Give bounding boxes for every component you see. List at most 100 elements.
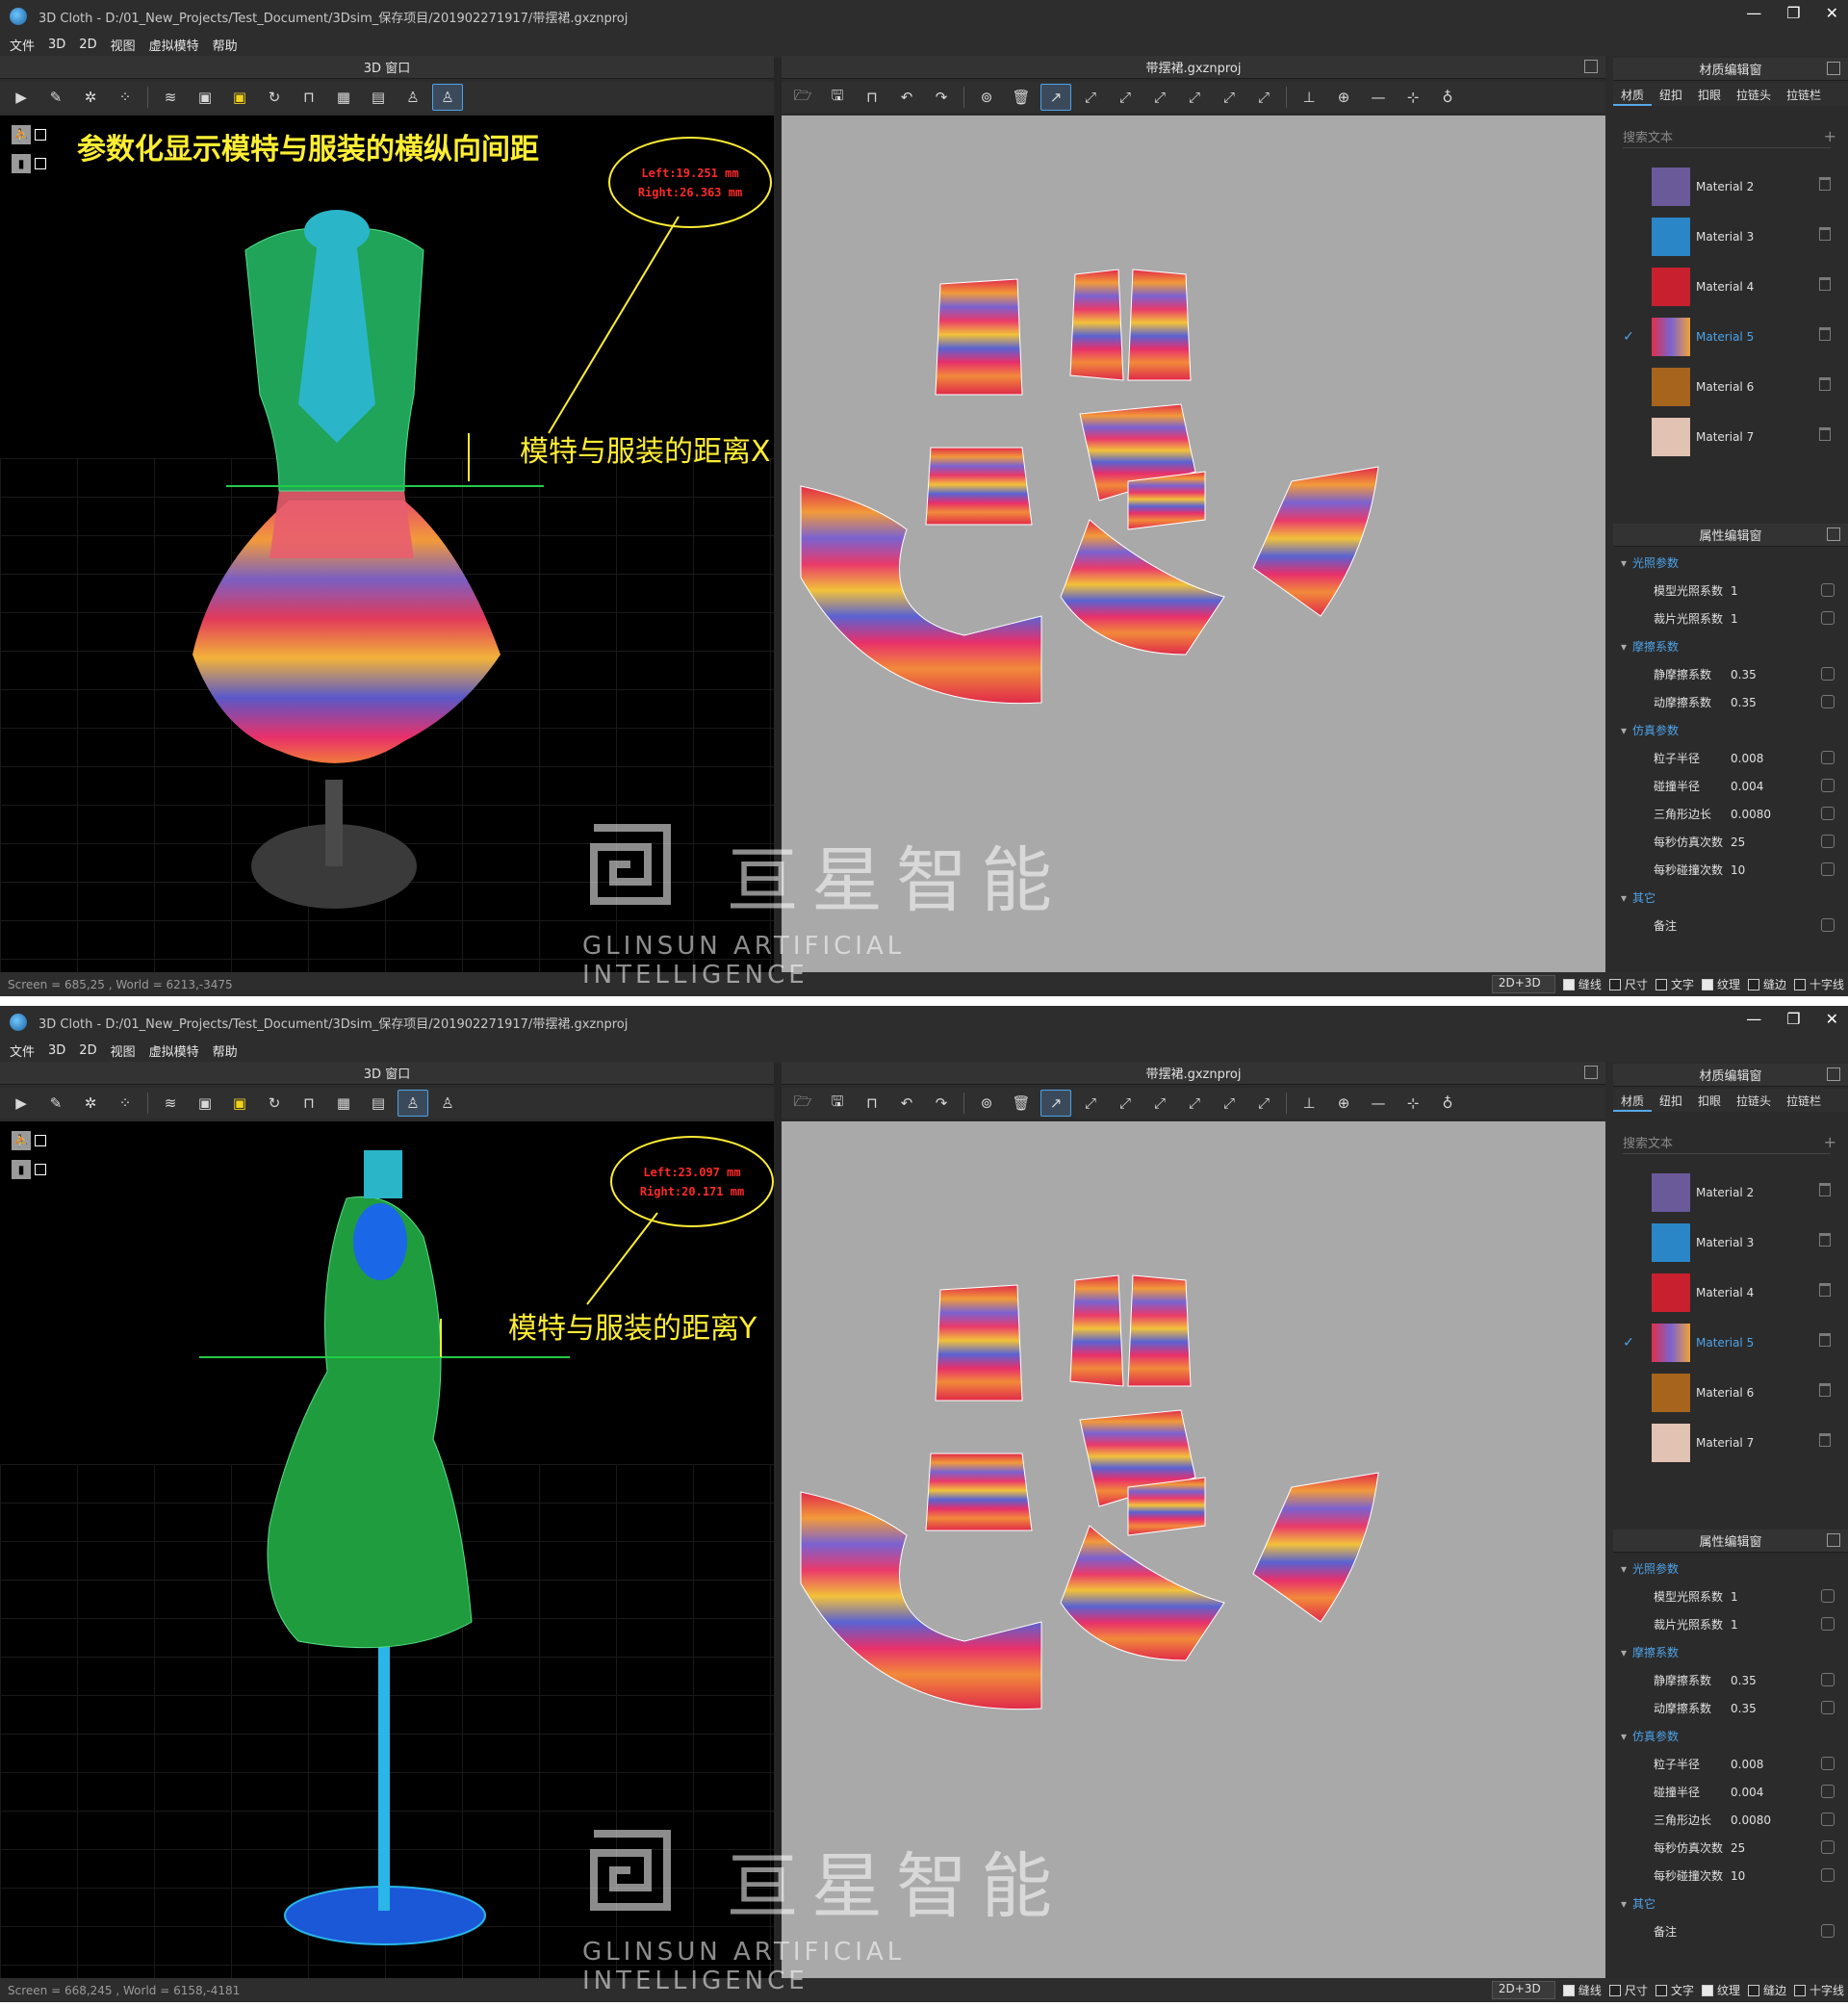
open-icon[interactable]: 🗁 xyxy=(787,84,818,111)
seam6-icon[interactable]: ⤢ xyxy=(1248,1090,1279,1117)
option-text[interactable]: 文字 xyxy=(1655,976,1694,992)
gear-icon[interactable] xyxy=(1821,583,1835,597)
pattern-back-right[interactable] xyxy=(1127,1274,1192,1387)
menu-2d[interactable]: 2D xyxy=(79,38,96,52)
mannequin-active-icon[interactable]: ♙ xyxy=(398,1090,428,1117)
material-row[interactable]: Material 7 xyxy=(1613,412,1848,462)
avatar-layer-checkbox[interactable] xyxy=(35,129,46,141)
material-search[interactable]: 搜索文本 + xyxy=(1623,1131,1836,1154)
option-size[interactable]: 尺寸 xyxy=(1608,1982,1648,1998)
trash-icon[interactable] xyxy=(1819,277,1831,291)
checkbox[interactable] xyxy=(1655,978,1667,990)
prop-row[interactable]: 碰撞半径 0.004 xyxy=(1613,772,1848,800)
option-texture[interactable]: 纹理 xyxy=(1701,976,1740,992)
trash-icon[interactable] xyxy=(1819,1233,1831,1247)
option-seam[interactable]: 缝线 xyxy=(1562,976,1602,992)
shirt-yellow-icon[interactable]: ▣ xyxy=(224,1090,255,1117)
expand-icon[interactable] xyxy=(1827,527,1840,541)
trash-icon[interactable] xyxy=(1819,427,1831,441)
dropdown-icon[interactable] xyxy=(1821,1813,1835,1826)
material-row[interactable]: Material 4 xyxy=(1613,1268,1848,1318)
rotate-icon[interactable]: ↻ xyxy=(259,1090,290,1117)
dropdown-icon[interactable] xyxy=(1821,751,1835,764)
prop-row[interactable]: 每秒碰撞次数 10 xyxy=(1613,1862,1848,1890)
pattern-front-top[interactable] xyxy=(935,278,1023,396)
seam4-icon[interactable]: ⤢ xyxy=(1179,1090,1210,1117)
shirt-yellow-icon[interactable]: ▣ xyxy=(224,84,255,111)
select-icon[interactable]: ↗ xyxy=(1040,84,1071,111)
points-icon[interactable]: ⁘ xyxy=(110,1090,141,1117)
material-row[interactable]: ✓ Material 5 xyxy=(1613,1318,1848,1368)
view3d-viewport[interactable]: ⛹ ▮ Left:23.097 mm Right:20.171 mm 模特与服装… xyxy=(0,1121,774,1978)
seam-icon[interactable]: ⤢ xyxy=(1075,84,1106,111)
pattern-skirt-middle[interactable] xyxy=(1060,519,1225,656)
pin-icon[interactable]: ♁ xyxy=(1432,1090,1463,1117)
export-icon[interactable]: ⊓ xyxy=(857,84,887,111)
option-seam[interactable]: 缝线 xyxy=(1562,1982,1602,1998)
expand-icon[interactable] xyxy=(1827,1533,1840,1547)
menu-help[interactable]: 帮助 xyxy=(213,1042,238,1060)
pattern-skirt-right[interactable] xyxy=(1252,1472,1379,1623)
trash-icon[interactable] xyxy=(1819,1383,1831,1397)
pattern-viewport[interactable] xyxy=(782,116,1605,972)
prop-row[interactable]: 粒子半径 0.008 xyxy=(1613,744,1848,772)
dropdown-icon[interactable] xyxy=(1821,1785,1835,1798)
dropdown-icon[interactable] xyxy=(1821,807,1835,820)
delete-icon[interactable]: 🗑 xyxy=(1006,84,1037,111)
tab-buttonhole[interactable]: 扣眼 xyxy=(1690,1089,1729,1112)
checkbox[interactable] xyxy=(1562,978,1575,990)
menu-view[interactable]: 视图 xyxy=(111,1042,136,1060)
garment-layer-checkbox[interactable] xyxy=(35,158,46,169)
delete-icon[interactable]: 🗑 xyxy=(1006,1090,1037,1117)
undo-icon[interactable]: ↶ xyxy=(891,1090,922,1117)
scatter-icon[interactable]: ✲ xyxy=(75,1090,106,1117)
prop-value[interactable]: 25 xyxy=(1731,836,1745,849)
expand-icon[interactable] xyxy=(1584,1066,1598,1079)
expand-icon[interactable] xyxy=(1584,60,1598,73)
prop-value[interactable]: 0.004 xyxy=(1731,780,1763,793)
maximize-button[interactable]: ❐ xyxy=(1786,4,1800,22)
close-button[interactable]: ✕ xyxy=(1826,4,1838,22)
prop-row[interactable]: 模型光照系数 1 xyxy=(1613,577,1848,604)
seam4-icon[interactable]: ⤢ xyxy=(1179,84,1210,111)
dropdown-icon[interactable] xyxy=(1821,1701,1835,1714)
gear-icon[interactable] xyxy=(1821,918,1835,932)
option-seam-allowance[interactable]: 缝边 xyxy=(1747,976,1786,992)
seam3-icon[interactable]: ⤢ xyxy=(1144,1090,1175,1117)
menu-view[interactable]: 视图 xyxy=(111,36,136,54)
prop-value[interactable]: 1 xyxy=(1731,612,1738,626)
material-row[interactable]: Material 6 xyxy=(1613,1368,1848,1418)
prop-row[interactable]: 粒子半径 0.008 xyxy=(1613,1750,1848,1778)
align-icon[interactable]: ⊥ xyxy=(1294,1090,1324,1117)
checkbox[interactable] xyxy=(1701,1984,1713,1996)
dropdown-icon[interactable] xyxy=(1821,667,1835,681)
search-input[interactable]: 搜索文本 xyxy=(1623,1133,1673,1151)
brush-icon[interactable]: ✎ xyxy=(40,84,71,111)
mannequin-active-icon[interactable]: ♙ xyxy=(432,84,463,111)
prop-row[interactable]: 碰撞半径 0.004 xyxy=(1613,1778,1848,1806)
trash-icon[interactable] xyxy=(1819,1183,1831,1196)
checkbox[interactable] xyxy=(1747,1984,1759,1996)
material-row[interactable]: Material 4 xyxy=(1613,262,1848,312)
garment-layer-checkbox[interactable] xyxy=(35,1164,46,1175)
option-crosshair[interactable]: 十字线 xyxy=(1793,1982,1844,1998)
prop-row[interactable]: 三角形边长 0.0080 xyxy=(1613,800,1848,828)
gear-icon[interactable] xyxy=(1821,1924,1835,1938)
group-friction[interactable]: 摩擦系数 xyxy=(1613,632,1848,660)
undo-icon[interactable]: ↶ xyxy=(891,84,922,111)
trash-icon[interactable] xyxy=(1819,227,1831,241)
option-texture[interactable]: 纹理 xyxy=(1701,1982,1740,1998)
dropdown-icon[interactable] xyxy=(1821,1757,1835,1770)
gear-icon[interactable] xyxy=(1821,1589,1835,1603)
pin-icon[interactable]: ♁ xyxy=(1432,84,1463,111)
seam2-icon[interactable]: ⤢ xyxy=(1110,84,1141,111)
expand-icon[interactable] xyxy=(1827,1067,1840,1081)
grid-icon[interactable]: ▦ xyxy=(328,1090,359,1117)
export-icon[interactable]: ⊓ xyxy=(857,1090,887,1117)
minimize-button[interactable]: — xyxy=(1746,1010,1761,1028)
prop-value[interactable]: 1 xyxy=(1731,584,1738,598)
prop-row[interactable]: 静摩擦系数 0.35 xyxy=(1613,660,1848,688)
tab-zipper-bar[interactable]: 拉链栏 xyxy=(1779,1089,1829,1112)
wind-icon[interactable]: ≋ xyxy=(155,84,186,111)
pattern-skirt-right[interactable] xyxy=(1252,466,1379,617)
